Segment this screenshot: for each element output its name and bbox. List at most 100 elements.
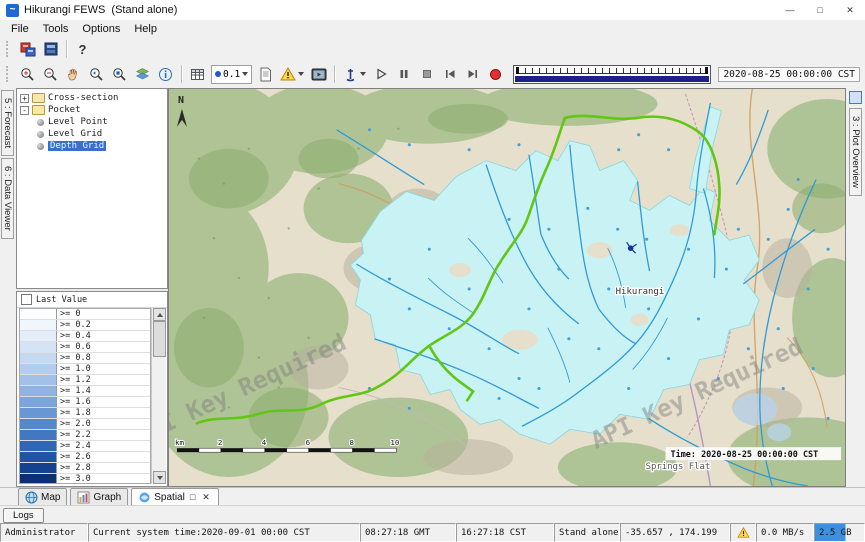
legend-scrollbar[interactable] xyxy=(151,308,166,484)
logs-button[interactable]: Logs xyxy=(3,508,44,523)
scrollbar-thumb[interactable] xyxy=(153,321,166,357)
minimize-button[interactable]: — xyxy=(775,0,805,20)
svg-text:N: N xyxy=(178,95,184,106)
animation-button[interactable] xyxy=(308,64,329,85)
legend-row-label: >= 2.0 xyxy=(57,419,91,429)
chevron-down-icon xyxy=(360,72,366,76)
data-viewer-panel: + Cross-section - Pocket Level Point Lev… xyxy=(16,88,168,487)
status-memory-gauge: 2.5 GB xyxy=(814,523,865,542)
pause-button[interactable] xyxy=(393,64,414,85)
legend-color-swatch xyxy=(20,474,57,484)
tab-map[interactable]: Map xyxy=(18,488,67,506)
legend-color-swatch xyxy=(20,430,57,440)
database-button[interactable] xyxy=(40,39,61,60)
map-toolbar: 0.1 xyxy=(0,60,865,89)
map-viewport: API Key Required API Key Required Hikura… xyxy=(168,88,846,487)
grid-display-button[interactable] xyxy=(187,64,208,85)
toolbar-grip xyxy=(6,41,11,57)
toolbar-separator xyxy=(334,65,335,83)
step-forward-button[interactable] xyxy=(462,64,483,85)
chevron-down-icon xyxy=(242,72,248,76)
svg-text:4: 4 xyxy=(262,438,267,447)
stop-icon xyxy=(421,68,433,80)
tab-forecast[interactable]: 5 : Forecast xyxy=(1,90,14,156)
menu-file[interactable]: File xyxy=(4,23,36,35)
legend-row: >= 2.2 xyxy=(20,430,150,441)
map-canvas[interactable]: API Key Required API Key Required Hikura… xyxy=(169,89,845,486)
legend-row-label: >= 1.2 xyxy=(57,375,91,385)
main-toolbar: ? xyxy=(0,38,865,61)
node-bullet-icon xyxy=(37,131,44,138)
thresholds-dropdown[interactable] xyxy=(278,64,306,85)
tile-maximize-icon[interactable]: □ xyxy=(188,492,197,502)
menu-options[interactable]: Options xyxy=(75,23,127,35)
classification-combo[interactable]: 0.1 xyxy=(211,65,252,84)
legend-color-swatch xyxy=(20,397,57,407)
svg-text:Time: 2020-08-25 00:00:00 CST: Time: 2020-08-25 00:00:00 CST xyxy=(671,449,819,459)
record-icon xyxy=(490,69,501,80)
expand-icon[interactable]: + xyxy=(20,94,29,103)
bottom-tabbar: Map Graph Spatial □ ✕ xyxy=(0,487,865,506)
dock-icon[interactable] xyxy=(849,91,862,104)
tab-data-viewer[interactable]: 6 : Data Viewer xyxy=(1,158,14,239)
help-icon: ? xyxy=(79,42,87,57)
legend-row: >= 1.4 xyxy=(20,386,150,397)
node-bullet-icon xyxy=(37,119,44,126)
stop-button[interactable] xyxy=(416,64,437,85)
step-back-button[interactable] xyxy=(439,64,460,85)
collapse-icon[interactable]: - xyxy=(20,106,29,115)
tree-item-pocket[interactable]: - Pocket xyxy=(17,104,167,116)
zoom-in-button[interactable] xyxy=(17,64,38,85)
timeline-axis xyxy=(516,73,708,74)
zoom-out-button[interactable] xyxy=(40,64,61,85)
class-color-icon xyxy=(215,71,221,77)
last-value-checkbox[interactable] xyxy=(21,294,32,305)
legend-row: >= 1.0 xyxy=(20,364,150,375)
legend-row: >= 2.6 xyxy=(20,452,150,463)
menu-tools[interactable]: Tools xyxy=(36,23,76,35)
scroll-down-button[interactable] xyxy=(153,471,166,484)
maximize-button[interactable]: □ xyxy=(805,0,835,20)
tree-item-cross-section[interactable]: + Cross-section xyxy=(17,92,167,104)
status-local-time: 16:27:18 CST xyxy=(456,523,554,542)
legend-row: >= 2.8 xyxy=(20,463,150,474)
menu-help[interactable]: Help xyxy=(127,23,164,35)
scroll-up-button[interactable] xyxy=(153,308,166,321)
timeline-slider[interactable] xyxy=(513,65,711,84)
legend-color-swatch xyxy=(20,463,57,473)
status-gmt-time: 08:27:18 GMT xyxy=(360,523,456,542)
tree-item-label: Pocket xyxy=(48,105,81,115)
legend-row: >= 0.6 xyxy=(20,342,150,353)
report-button[interactable] xyxy=(255,64,276,85)
info-button[interactable] xyxy=(155,64,176,85)
legend-row: >= 2.4 xyxy=(20,441,150,452)
zoom-region-button[interactable] xyxy=(109,64,130,85)
tile-close-icon[interactable]: ✕ xyxy=(200,492,212,502)
layers-button[interactable] xyxy=(132,64,153,85)
grid-icon xyxy=(190,67,205,82)
legend-row: >= 0.2 xyxy=(20,320,150,331)
tree-item-level-point[interactable]: Level Point xyxy=(17,116,167,128)
globe-icon xyxy=(25,491,38,504)
tree-item-level-grid[interactable]: Level Grid xyxy=(17,128,167,140)
close-button[interactable]: ✕ xyxy=(835,0,865,20)
zoom-previous-button[interactable] xyxy=(86,64,107,85)
tree-item-depth-grid[interactable]: Depth Grid xyxy=(17,140,167,152)
database-red-icon xyxy=(20,41,36,57)
tab-graph[interactable]: Graph xyxy=(70,488,128,506)
legend-row: >= 3.0 xyxy=(20,474,150,484)
status-warning-cell[interactable] xyxy=(730,523,756,542)
help-button[interactable]: ? xyxy=(72,39,93,60)
tab-spatial[interactable]: Spatial □ ✕ xyxy=(131,488,219,506)
play-button[interactable] xyxy=(370,64,391,85)
legend-row-label: >= 1.8 xyxy=(57,408,91,418)
profile-tool-dropdown[interactable] xyxy=(340,64,368,85)
classification-value: 0.1 xyxy=(223,69,240,80)
zoom-in-icon xyxy=(20,67,35,82)
import-data-button[interactable] xyxy=(17,39,38,60)
pan-button[interactable] xyxy=(63,64,84,85)
tab-plot-overview[interactable]: 3 : Plot Overview xyxy=(849,108,862,196)
legend-row: >= 0 xyxy=(20,309,150,320)
legend-header-label: Last Value xyxy=(36,295,87,305)
record-button[interactable] xyxy=(485,64,506,85)
